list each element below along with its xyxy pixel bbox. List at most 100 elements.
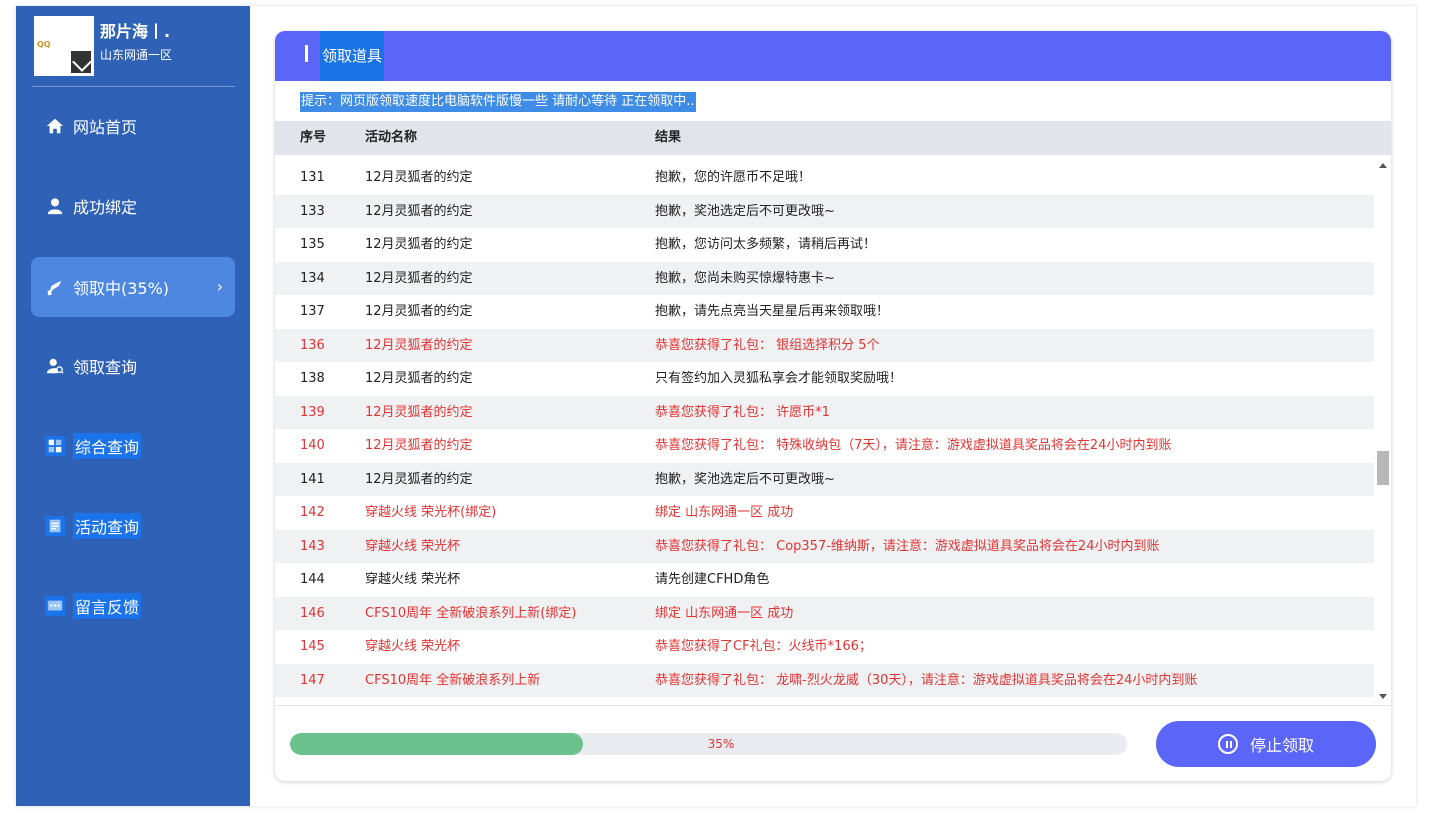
row-id: 146 — [300, 605, 325, 621]
sidebar-divider — [32, 86, 235, 87]
column-header-result: 结果 — [655, 130, 682, 145]
sidebar-item-activity-query[interactable]: 活动查询 — [31, 496, 235, 556]
row-activity-name: 12月灵狐者的约定 — [365, 438, 473, 453]
document-icon — [45, 516, 65, 536]
chevron-right-icon: › — [216, 277, 223, 296]
table-row: 144 穿越火线 荣光杯 请先创建CFHD角色 — [275, 563, 1374, 597]
sidebar-item-label: 领取中(35%) — [73, 279, 170, 298]
scrollbar-thumb[interactable] — [1377, 451, 1389, 485]
table-row: 140 12月灵狐者的约定 恭喜您获得了礼包： 特殊收纳包（7天），请注意：游戏虚拟… — [275, 429, 1374, 463]
sidebar-item-label: 综合查询 — [73, 433, 142, 459]
sidebar-item-label: 活动查询 — [73, 513, 142, 539]
row-activity-name: 12月灵狐者的约定 — [365, 203, 473, 219]
table-row: 138 12月灵狐者的约定 只有签约加入灵狐私享会才能领取奖励哦！ — [275, 362, 1374, 396]
row-activity-name: 12月灵狐者的约定 — [365, 237, 473, 252]
row-id: 137 — [300, 304, 325, 319]
row-activity-name: CFS10周年 全新破浪系列上新(绑定) — [365, 605, 577, 621]
scroll-up-icon[interactable] — [1379, 163, 1387, 168]
column-header-id: 序号 — [300, 130, 327, 145]
user-profile: QQ 那片海丨. 山东网通一区 — [34, 16, 234, 86]
row-id: 134 — [300, 270, 325, 286]
table-scrollbar[interactable] — [1376, 161, 1390, 703]
user-server: 山东网通一区 — [100, 48, 173, 62]
table-row: 131 12月灵狐者的约定 抱歉，您的许愿币不足哦！ — [275, 161, 1374, 195]
table-row: 136 12月灵狐者的约定 恭喜您获得了礼包： 银组选择积分 5个 — [275, 328, 1374, 362]
row-id: 141 — [300, 471, 325, 487]
panel-title: 领取道具 — [320, 31, 385, 81]
table-row: 139 12月灵狐者的约定 恭喜您获得了礼包： 许愿币*1 — [275, 395, 1374, 429]
row-activity-name: 12月灵狐者的约定 — [365, 471, 473, 487]
home-icon — [45, 116, 65, 136]
row-activity-name: 穿越火线 荣光杯(绑定) — [365, 505, 497, 520]
row-result: 抱歉，您尚未购买惊爆特惠卡~ — [655, 270, 835, 286]
footer-divider — [275, 705, 1391, 706]
sidebar-item-label: 领取查询 — [73, 358, 138, 377]
row-activity-name: 12月灵狐者的约定 — [365, 371, 473, 386]
row-result: 抱歉，您的许愿币不足哦！ — [655, 170, 812, 185]
table-row: 145 穿越火线 荣光杯 恭喜您获得了CF礼包：火线币*166； — [275, 630, 1374, 664]
result-table-body[interactable]: 131 12月灵狐者的约定 抱歉，您的许愿币不足哦！ 133 12月灵狐者的约定 抱歉，奖… — [275, 161, 1374, 703]
avatar-logo: QQ — [37, 40, 51, 49]
table-header: 序号 活动名称 结果 — [275, 121, 1391, 155]
row-activity-name: 12月灵狐者的约定 — [365, 304, 473, 319]
avatar: QQ — [34, 16, 94, 76]
sidebar-item-claim-query[interactable]: 领取查询 — [31, 336, 235, 396]
sidebar-item-claiming[interactable]: 领取中(35%) › — [31, 257, 235, 317]
table-row: 137 12月灵狐者的约定 抱歉，请先点亮当天星星后再来领取哦！ — [275, 295, 1374, 329]
row-result: 抱歉，奖池选定后不可更改哦~ — [655, 203, 835, 219]
scroll-down-icon[interactable] — [1379, 694, 1387, 699]
sidebar-item-label: 网站首页 — [73, 118, 138, 137]
user-search-icon — [45, 356, 65, 376]
stop-claim-button[interactable]: 停止领取 — [1156, 721, 1376, 767]
sidebar-item-home[interactable]: 网站首页 — [31, 96, 235, 156]
row-id: 142 — [300, 505, 325, 520]
table-row: 141 12月灵狐者的约定 抱歉，奖池选定后不可更改哦~ — [275, 462, 1374, 496]
sidebar-item-feedback[interactable]: 留言反馈 — [31, 576, 235, 636]
row-id: 135 — [300, 237, 325, 252]
table-row: 147 CFS10周年 全新破浪系列上新 恭喜您获得了礼包： 龙啸-烈火龙威（30天… — [275, 663, 1374, 697]
rank-badge-icon — [70, 50, 92, 74]
row-id: 138 — [300, 371, 325, 386]
row-activity-name: CFS10周年 全新破浪系列上新 — [365, 672, 541, 688]
sidebar-item-label: 留言反馈 — [73, 593, 142, 619]
row-result: 恭喜您获得了礼包： 许愿币*1 — [655, 404, 830, 420]
row-id: 133 — [300, 203, 325, 219]
sidebar: QQ 那片海丨. 山东网通一区 网站首页 成功绑定 领取中(35%) › 领取查… — [16, 6, 250, 806]
message-icon — [45, 596, 65, 616]
row-activity-name: 12月灵狐者的约定 — [365, 404, 473, 420]
grid-icon — [45, 436, 65, 456]
sidebar-item-general-query[interactable]: 综合查询 — [31, 416, 235, 476]
table-row: 142 穿越火线 荣光杯(绑定) 绑定 山东网通一区 成功 — [275, 496, 1374, 530]
table-row: 135 12月灵狐者的约定 抱歉，您访问太多频繁，请稍后再试！ — [275, 228, 1374, 262]
panel-header: 领取道具 — [275, 31, 1391, 81]
row-result: 恭喜您获得了礼包： 银组选择积分 5个 — [655, 337, 880, 353]
row-activity-name: 穿越火线 荣光杯 — [365, 572, 461, 587]
table-row: 133 12月灵狐者的约定 抱歉，奖池选定后不可更改哦~ — [275, 194, 1374, 228]
row-result: 只有签约加入灵狐私享会才能领取奖励哦！ — [655, 371, 903, 386]
row-result: 恭喜您获得了礼包： 特殊收纳包（7天），请注意：游戏虚拟道具奖品将会在24小时内… — [655, 438, 1172, 453]
row-result: 抱歉，您访问太多频繁，请稍后再试！ — [655, 237, 877, 252]
notice-text: 提示：网页版领取速度比电脑软件版慢一些 请耐心等待 正在领取中.. — [300, 92, 696, 112]
header-accent-bar — [305, 45, 308, 62]
pause-icon — [1217, 734, 1238, 754]
row-activity-name: 12月灵狐者的约定 — [365, 270, 473, 286]
gift-icon — [45, 277, 65, 297]
row-activity-name: 12月灵狐者的约定 — [365, 337, 473, 353]
row-result: 恭喜您获得了礼包： 龙啸-烈火龙威（30天），请注意：游戏虚拟道具奖品将会在24… — [655, 672, 1198, 688]
row-result: 抱歉，奖池选定后不可更改哦~ — [655, 471, 835, 487]
row-result: 绑定 山东网通一区 成功 — [655, 605, 794, 621]
row-id: 140 — [300, 438, 325, 453]
row-id: 131 — [300, 170, 325, 185]
claim-panel: 领取道具 提示：网页版领取速度比电脑软件版慢一些 请耐心等待 正在领取中.. 序… — [275, 31, 1391, 781]
user-name: 那片海丨. — [100, 22, 171, 41]
row-id: 145 — [300, 639, 325, 654]
table-row: 134 12月灵狐者的约定 抱歉，您尚未购买惊爆特惠卡~ — [275, 261, 1374, 295]
progress-label: 35% — [707, 737, 735, 751]
row-id: 147 — [300, 672, 325, 688]
row-result: 恭喜您获得了CF礼包：火线币*166； — [655, 639, 872, 654]
row-id: 143 — [300, 538, 325, 554]
row-id: 136 — [300, 337, 325, 353]
row-activity-name: 穿越火线 荣光杯 — [365, 538, 461, 554]
row-result: 绑定 山东网通一区 成功 — [655, 505, 794, 520]
sidebar-item-bound[interactable]: 成功绑定 — [31, 176, 235, 236]
